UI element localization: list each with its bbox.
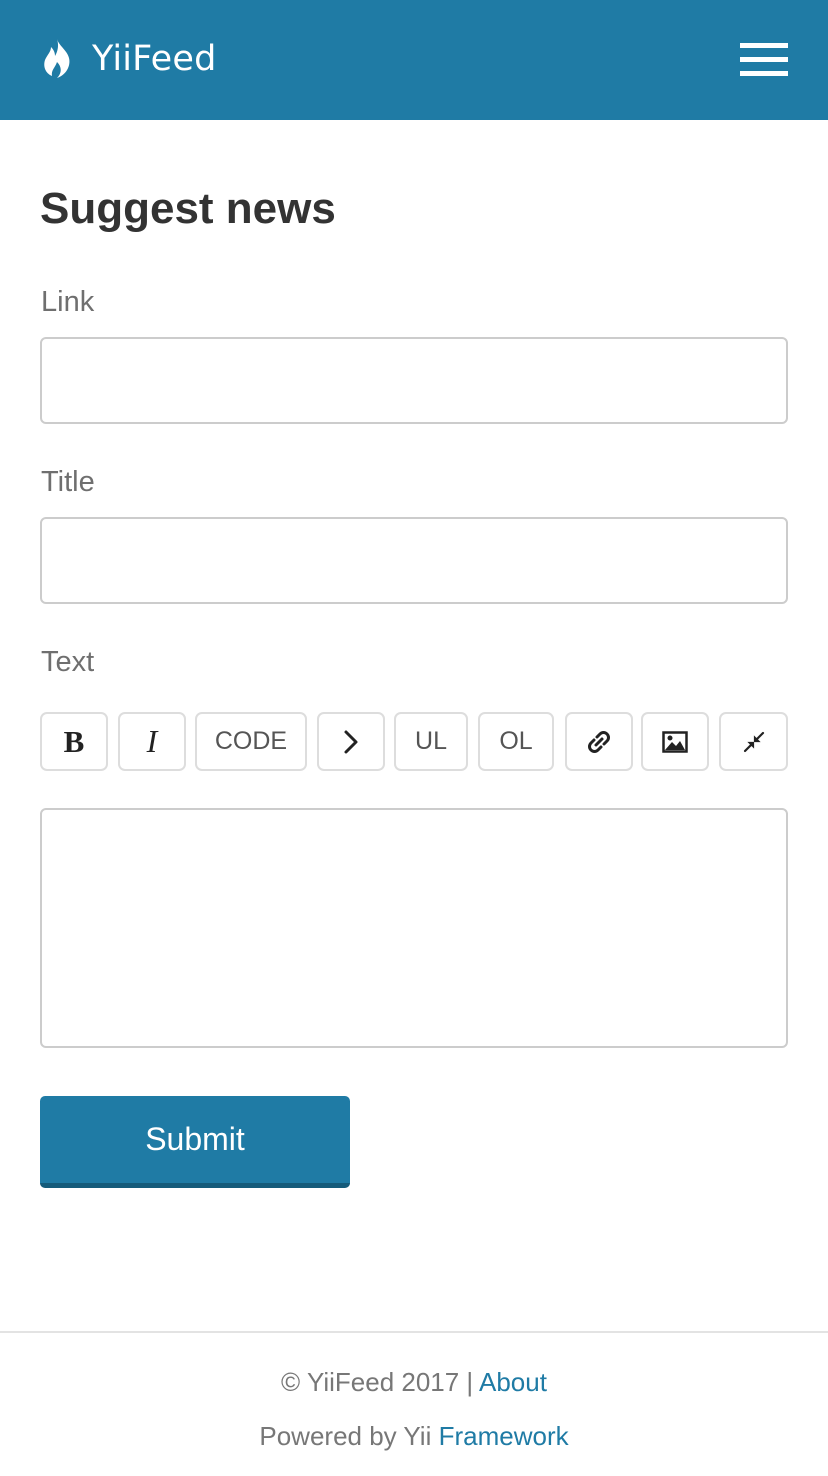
page-footer: © YiiFeed 2017 | About Powered by Yii Fr… (0, 1331, 828, 1476)
powered-by-text: Powered by Yii (259, 1421, 432, 1451)
code-label: CODE (214, 727, 288, 755)
text-label: Text (41, 646, 95, 678)
ol-label: OL (499, 727, 533, 755)
link-input[interactable] (40, 337, 788, 424)
flame-icon (44, 39, 70, 78)
markdown-toolbar: B I CODE UL OL (40, 712, 788, 772)
title-label: Title (41, 466, 95, 498)
title-input[interactable] (40, 517, 788, 604)
text-editor-area[interactable] (40, 808, 788, 1048)
footer-copyright-line: © YiiFeed 2017 | About (0, 1367, 828, 1398)
about-link[interactable]: About (479, 1367, 547, 1397)
brand-link[interactable]: YiiFeed (40, 36, 216, 82)
link-button[interactable] (565, 712, 633, 771)
image-icon (662, 730, 688, 753)
unordered-list-button[interactable]: UL (394, 712, 468, 771)
italic-button[interactable]: I (118, 712, 186, 771)
submit-button[interactable]: Submit (40, 1096, 350, 1188)
copyright-text: © YiiFeed 2017 | (281, 1367, 474, 1397)
link-label: Link (41, 286, 95, 318)
code-button[interactable]: CODE (195, 712, 307, 771)
link-icon (588, 730, 610, 753)
hamburger-menu-icon-bar (740, 57, 788, 62)
compress-icon (743, 731, 764, 752)
hamburger-menu-button[interactable] (732, 36, 796, 84)
top-navbar: YiiFeed (0, 0, 828, 120)
brand-name: YiiFeed (92, 39, 217, 79)
blockquote-button[interactable] (317, 712, 385, 771)
page-title: Suggest news (40, 184, 336, 233)
compress-button[interactable] (719, 712, 788, 771)
ordered-list-button[interactable]: OL (478, 712, 554, 771)
image-button[interactable] (641, 712, 709, 771)
ul-label: UL (415, 727, 447, 755)
hamburger-menu-icon (740, 43, 788, 48)
bold-button[interactable]: B (40, 712, 108, 771)
italic-label: I (146, 723, 158, 759)
chevron-right-icon (344, 730, 358, 753)
footer-powered-line: Powered by Yii Framework (0, 1421, 828, 1452)
framework-link[interactable]: Framework (439, 1421, 569, 1451)
hamburger-menu-icon-bar (740, 71, 788, 76)
bold-label: B (63, 723, 85, 759)
